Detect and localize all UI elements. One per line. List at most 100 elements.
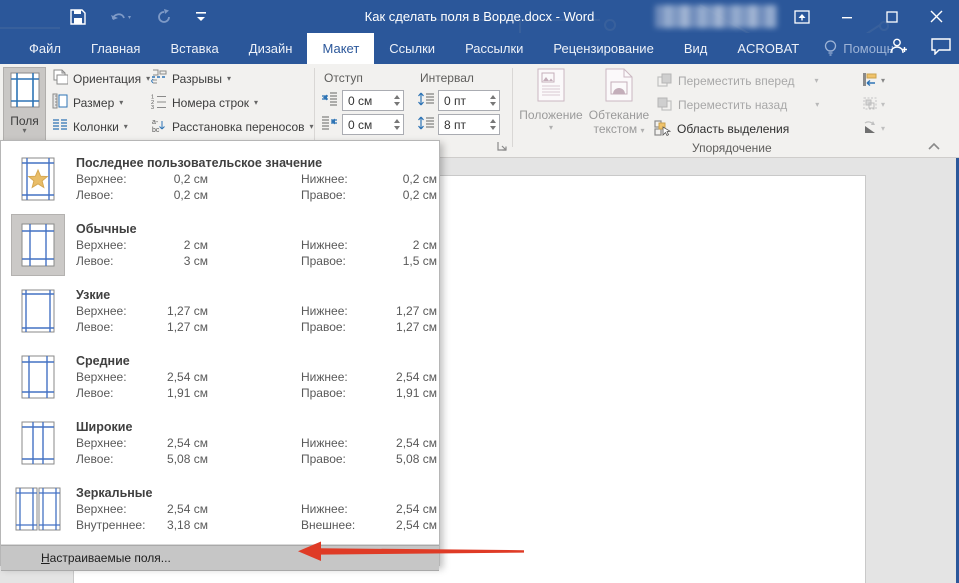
margin-preset-1[interactable]: ОбычныеВерхнее:2 смНижнее:2 смЛевое:3 см… bbox=[1, 212, 439, 278]
tab-главная[interactable]: Главная bbox=[76, 33, 155, 64]
chevron-down-icon: ▾ bbox=[549, 125, 553, 131]
chevron-down-icon: ▾ bbox=[124, 124, 128, 130]
paragraph-dialog-launcher-icon[interactable] bbox=[497, 141, 508, 155]
tab-acrobat[interactable]: ACROBAT bbox=[722, 33, 814, 64]
comment-icon[interactable] bbox=[931, 38, 951, 60]
margin-label: Нижнее: bbox=[301, 171, 383, 187]
svg-text:3: 3 bbox=[151, 105, 154, 109]
share-icon[interactable] bbox=[889, 37, 909, 60]
margin-label: Внутреннее: bbox=[76, 517, 158, 533]
undo-icon[interactable] bbox=[110, 10, 132, 24]
indent-right-field[interactable] bbox=[342, 114, 404, 135]
tab-рассылки[interactable]: Рассылки bbox=[450, 33, 538, 64]
breaks-button[interactable]: Разрывы▾ bbox=[151, 70, 314, 87]
close-icon[interactable] bbox=[914, 0, 959, 33]
hyphenation-button[interactable]: a-bcРасстановка переносов▾ bbox=[151, 118, 314, 135]
minimize-icon[interactable] bbox=[824, 0, 869, 33]
margin-preset-0[interactable]: Последнее пользовательское значениеВерхн… bbox=[1, 146, 439, 212]
arrange-group-label: Упорядочение bbox=[692, 141, 772, 155]
tab-рецензирование[interactable]: Рецензирование bbox=[538, 33, 668, 64]
margin-preset-icon-medium bbox=[11, 355, 65, 399]
margin-value: 2,54 см bbox=[383, 369, 437, 385]
spacing-after-spinner[interactable] bbox=[490, 119, 496, 130]
margin-value: 1,5 см bbox=[383, 253, 437, 269]
tab-дизайн[interactable]: Дизайн bbox=[234, 33, 308, 64]
margin-label: Левое: bbox=[76, 319, 158, 335]
spacing-before-input[interactable] bbox=[439, 94, 481, 108]
chevron-down-icon: ▾ bbox=[815, 102, 819, 108]
wrap-text-button: Обтеканиетекстом ▾ bbox=[586, 68, 652, 136]
ribbon-display-options-icon[interactable] bbox=[779, 0, 824, 33]
margin-label: Нижнее: bbox=[301, 435, 383, 451]
bring-forward-icon bbox=[657, 73, 672, 90]
blurred-account-name bbox=[655, 5, 777, 28]
margins-button[interactable]: Поля ▾ bbox=[3, 67, 46, 141]
margin-value: 1,27 см bbox=[383, 303, 437, 319]
chevron-down-icon: ▾ bbox=[881, 78, 885, 84]
margin-value: 2,54 см bbox=[383, 435, 437, 451]
margin-value: 2,54 см bbox=[158, 435, 208, 451]
margin-preset-title: Обычные bbox=[76, 222, 439, 236]
margin-preset-title: Узкие bbox=[76, 288, 439, 302]
indent-left-input[interactable] bbox=[343, 94, 385, 108]
line-numbers-button[interactable]: 123Номера строк▾ bbox=[151, 94, 314, 111]
save-icon[interactable] bbox=[70, 9, 86, 25]
word-window: Как сделать поля в Ворде.docx - Word Фай… bbox=[0, 0, 959, 583]
hyphenation-icon: a-bc bbox=[151, 117, 167, 136]
spacing-after-input[interactable] bbox=[439, 118, 481, 132]
maximize-icon[interactable] bbox=[869, 0, 914, 33]
group-objects-button: ▾ bbox=[862, 96, 885, 114]
line-numbers-icon: 123 bbox=[151, 93, 167, 112]
margin-label: Верхнее: bbox=[76, 237, 158, 253]
ribbon-tabs: ФайлГлавнаяВставкаДизайнМакетСсылкиРассы… bbox=[14, 33, 904, 64]
margin-value: 1,27 см bbox=[158, 303, 208, 319]
indent-right-spinner[interactable] bbox=[394, 119, 400, 130]
group-objects-icon bbox=[862, 96, 878, 114]
position-button: Положение ▾ bbox=[518, 68, 584, 131]
customize-qat-icon[interactable] bbox=[196, 11, 206, 23]
margin-preset-3[interactable]: СредниеВерхнее:2,54 смНижнее:2,54 смЛево… bbox=[1, 344, 439, 410]
title-bar: Как сделать поля в Ворде.docx - Word bbox=[0, 0, 959, 33]
margin-label: Верхнее: bbox=[76, 369, 158, 385]
chevron-down-icon: ▾ bbox=[254, 100, 258, 106]
spacing-after-field[interactable] bbox=[438, 114, 500, 135]
selection-pane-button[interactable]: Область выделения bbox=[654, 120, 789, 138]
spacing-before-spinner[interactable] bbox=[490, 95, 496, 106]
indent-left-field[interactable] bbox=[342, 90, 404, 111]
indent-right-input[interactable] bbox=[343, 118, 385, 132]
margin-preset-2[interactable]: УзкиеВерхнее:1,27 смНижнее:1,27 смЛевое:… bbox=[1, 278, 439, 344]
lightbulb-icon bbox=[824, 40, 837, 57]
margin-preset-icon-custom-star bbox=[11, 157, 65, 201]
columns-icon bbox=[52, 117, 68, 136]
custom-margins-item[interactable]: Настраиваемые поля... bbox=[1, 545, 439, 571]
group-separator bbox=[512, 68, 513, 147]
tab-file[interactable]: Файл bbox=[14, 33, 76, 64]
chevron-down-icon: ▾ bbox=[119, 100, 123, 106]
margin-label: Правое: bbox=[301, 385, 383, 401]
margin-value: 3 см bbox=[158, 253, 208, 269]
indent-left-spinner[interactable] bbox=[394, 95, 400, 106]
page-setup-column-2: Разрывы▾ 123Номера строк▾ a-bcРасстановка … bbox=[151, 70, 314, 135]
orientation-button[interactable]: Ориентация▾ bbox=[52, 70, 150, 87]
margin-preset-4[interactable]: ШирокиеВерхнее:2,54 смНижнее:2,54 смЛево… bbox=[1, 410, 439, 476]
tab-макет[interactable]: Макет bbox=[307, 33, 374, 64]
selection-pane-icon bbox=[654, 120, 671, 139]
rotate-objects-button: ▾ bbox=[862, 120, 885, 138]
redo-icon[interactable] bbox=[156, 9, 172, 25]
page-size-button[interactable]: Размер▾ bbox=[52, 94, 150, 111]
spacing-before-field[interactable] bbox=[438, 90, 500, 111]
collapse-ribbon-icon[interactable] bbox=[927, 140, 941, 154]
columns-button[interactable]: Колонки▾ bbox=[52, 118, 150, 135]
margin-label: Верхнее: bbox=[76, 303, 158, 319]
wrap-text-button-label: Обтеканиетекстом ▾ bbox=[589, 108, 649, 136]
margin-value: 1,91 см bbox=[158, 385, 208, 401]
tab-вид[interactable]: Вид bbox=[669, 33, 723, 64]
tab-ссылки[interactable]: Ссылки bbox=[374, 33, 450, 64]
spacing-header: Интервал bbox=[420, 71, 474, 85]
chevron-down-icon: ▾ bbox=[881, 102, 885, 108]
tab-вставка[interactable]: Вставка bbox=[155, 33, 233, 64]
margin-preset-5[interactable]: ЗеркальныеВерхнее:2,54 смНижнее:2,54 смВ… bbox=[1, 476, 439, 542]
margin-preset-icon-normal bbox=[11, 214, 65, 276]
align-objects-button[interactable]: ▾ bbox=[862, 72, 885, 90]
margins-dropdown-menu: Последнее пользовательское значениеВерхн… bbox=[0, 140, 440, 566]
